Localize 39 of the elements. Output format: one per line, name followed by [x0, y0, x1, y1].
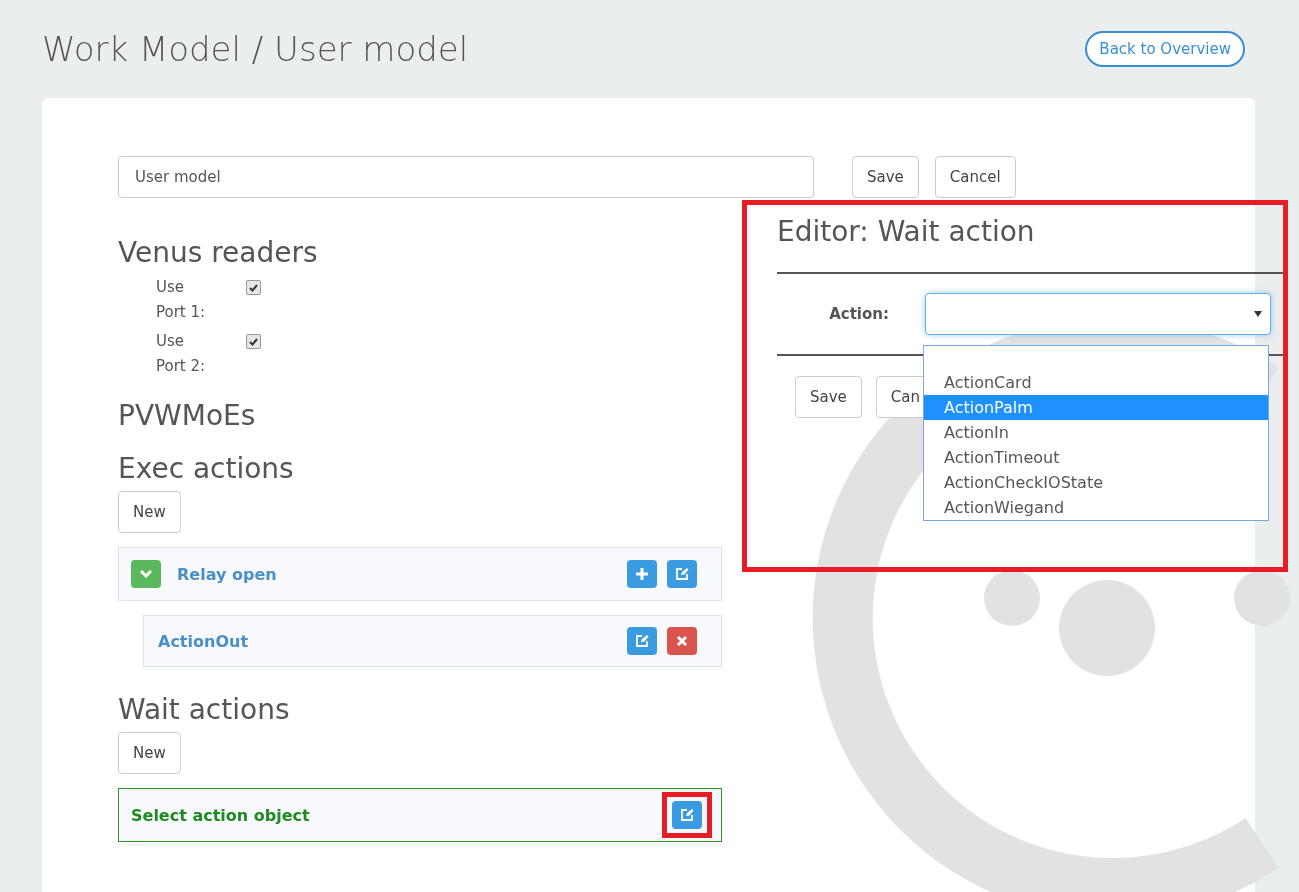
item-label[interactable]: Select action object — [131, 805, 646, 825]
checkbox[interactable] — [246, 334, 261, 349]
caret-icon — [1254, 311, 1262, 317]
new-button[interactable]: New — [118, 732, 181, 774]
section-heading: Exec actions — [118, 452, 295, 485]
page-title: Work Model / User model — [42, 29, 469, 69]
add-button[interactable] — [627, 560, 657, 588]
name-input-field[interactable]: User model — [118, 156, 814, 198]
field-label: Action: — [828, 305, 890, 323]
edit-button[interactable] — [672, 801, 702, 829]
save-button[interactable]: Save — [795, 376, 862, 418]
section-heading: PVWMoEs — [118, 399, 257, 432]
checkbox-label: Use Port 1: — [156, 277, 207, 323]
dropdown-option[interactable]: ActionTimeout — [924, 445, 1268, 470]
edit-button[interactable] — [667, 560, 697, 588]
edit-icon — [680, 808, 694, 822]
dropdown-option[interactable]: ActionIn — [924, 420, 1268, 445]
checkmark-icon — [249, 337, 258, 346]
edit-button[interactable] — [627, 627, 657, 655]
action-select[interactable] — [925, 293, 1271, 335]
cancel-button[interactable]: Cancel — [934, 156, 1016, 198]
edit-icon — [675, 567, 689, 581]
chevron-down-icon — [139, 569, 153, 579]
section-heading: Venus readers — [118, 236, 319, 269]
checkbox-label: Use Port 2: — [156, 331, 207, 377]
section-heading: Wait actions — [118, 693, 291, 726]
editor-title: Editor: Wait action — [777, 215, 1036, 248]
new-button[interactable]: New — [118, 491, 181, 533]
expand-toggle[interactable] — [131, 560, 161, 588]
delete-button[interactable] — [667, 627, 697, 655]
checkbox[interactable] — [246, 280, 261, 295]
edit-icon — [635, 634, 649, 648]
plus-icon — [635, 567, 649, 581]
save-button[interactable]: Save — [852, 156, 919, 198]
dropdown-option[interactable]: ActionWiegand — [924, 495, 1268, 520]
dropdown-option[interactable]: ActionCheckIOState — [924, 470, 1268, 495]
back-button[interactable]: Back to Overview — [1085, 31, 1245, 67]
close-icon — [676, 635, 688, 647]
checkmark-icon — [249, 283, 258, 292]
